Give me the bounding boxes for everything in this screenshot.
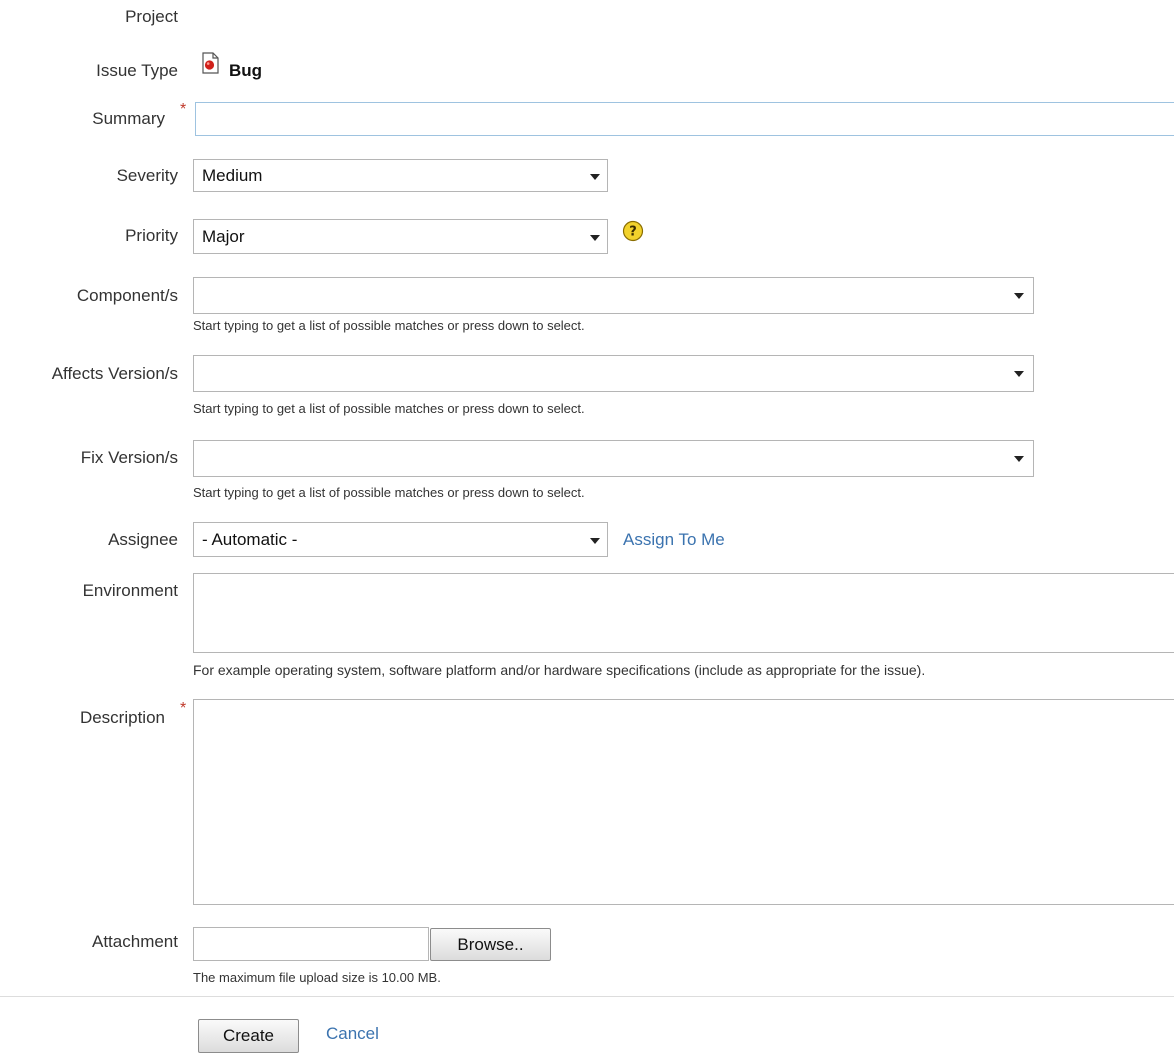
description-textarea[interactable] (193, 699, 1174, 905)
severity-value: Medium (202, 165, 263, 185)
attachment-file-input[interactable] (193, 927, 429, 961)
affects-version-label: Affects Version/s (51, 364, 178, 383)
browse-button[interactable]: Browse.. (430, 928, 551, 961)
attachment-hint: The maximum file upload size is 10.00 MB… (193, 970, 441, 985)
assignee-select[interactable]: - Automatic - (193, 522, 608, 557)
summary-input[interactable] (195, 102, 1174, 136)
environment-textarea[interactable] (193, 573, 1174, 653)
component-input[interactable] (193, 277, 1034, 314)
environment-hint: For example operating system, software p… (193, 662, 926, 678)
component-hint: Start typing to get a list of possible m… (193, 318, 585, 333)
summary-label: Summary (92, 109, 165, 128)
assignee-label: Assignee (108, 530, 178, 549)
form-divider (0, 996, 1174, 997)
issue-type-label: Issue Type (96, 61, 178, 80)
severity-select[interactable]: Medium (193, 159, 608, 192)
fix-version-hint: Start typing to get a list of possible m… (193, 485, 585, 500)
create-button[interactable]: Create (198, 1019, 299, 1053)
fix-version-input[interactable] (193, 440, 1034, 477)
affects-version-input[interactable] (193, 355, 1034, 392)
chevron-down-icon (1014, 371, 1024, 377)
issue-type-value: Bug (229, 61, 263, 80)
summary-required-marker: * (180, 101, 187, 118)
help-icon[interactable]: ? (622, 220, 644, 242)
environment-label: Environment (82, 581, 178, 600)
affects-version-hint: Start typing to get a list of possible m… (193, 401, 585, 416)
assignee-value: - Automatic - (202, 529, 298, 549)
chevron-down-icon (1014, 456, 1024, 462)
fix-version-label: Fix Version/s (80, 448, 178, 467)
svg-text:?: ? (629, 225, 637, 240)
bug-icon (202, 52, 219, 74)
chevron-down-icon (590, 538, 600, 544)
chevron-down-icon (1014, 293, 1024, 299)
description-label: Description (79, 708, 165, 727)
component-label: Component/s (76, 286, 178, 305)
chevron-down-icon (590, 174, 600, 180)
assign-to-me-link[interactable]: Assign To Me (623, 530, 725, 550)
priority-value: Major (202, 226, 245, 246)
chevron-down-icon (590, 235, 600, 241)
priority-label: Priority (125, 226, 178, 245)
severity-label: Severity (116, 166, 178, 185)
project-label: Project (125, 7, 178, 26)
description-required-marker: * (180, 700, 187, 717)
attachment-label: Attachment (92, 932, 178, 951)
priority-select[interactable]: Major (193, 219, 608, 254)
cancel-link[interactable]: Cancel (326, 1024, 379, 1044)
